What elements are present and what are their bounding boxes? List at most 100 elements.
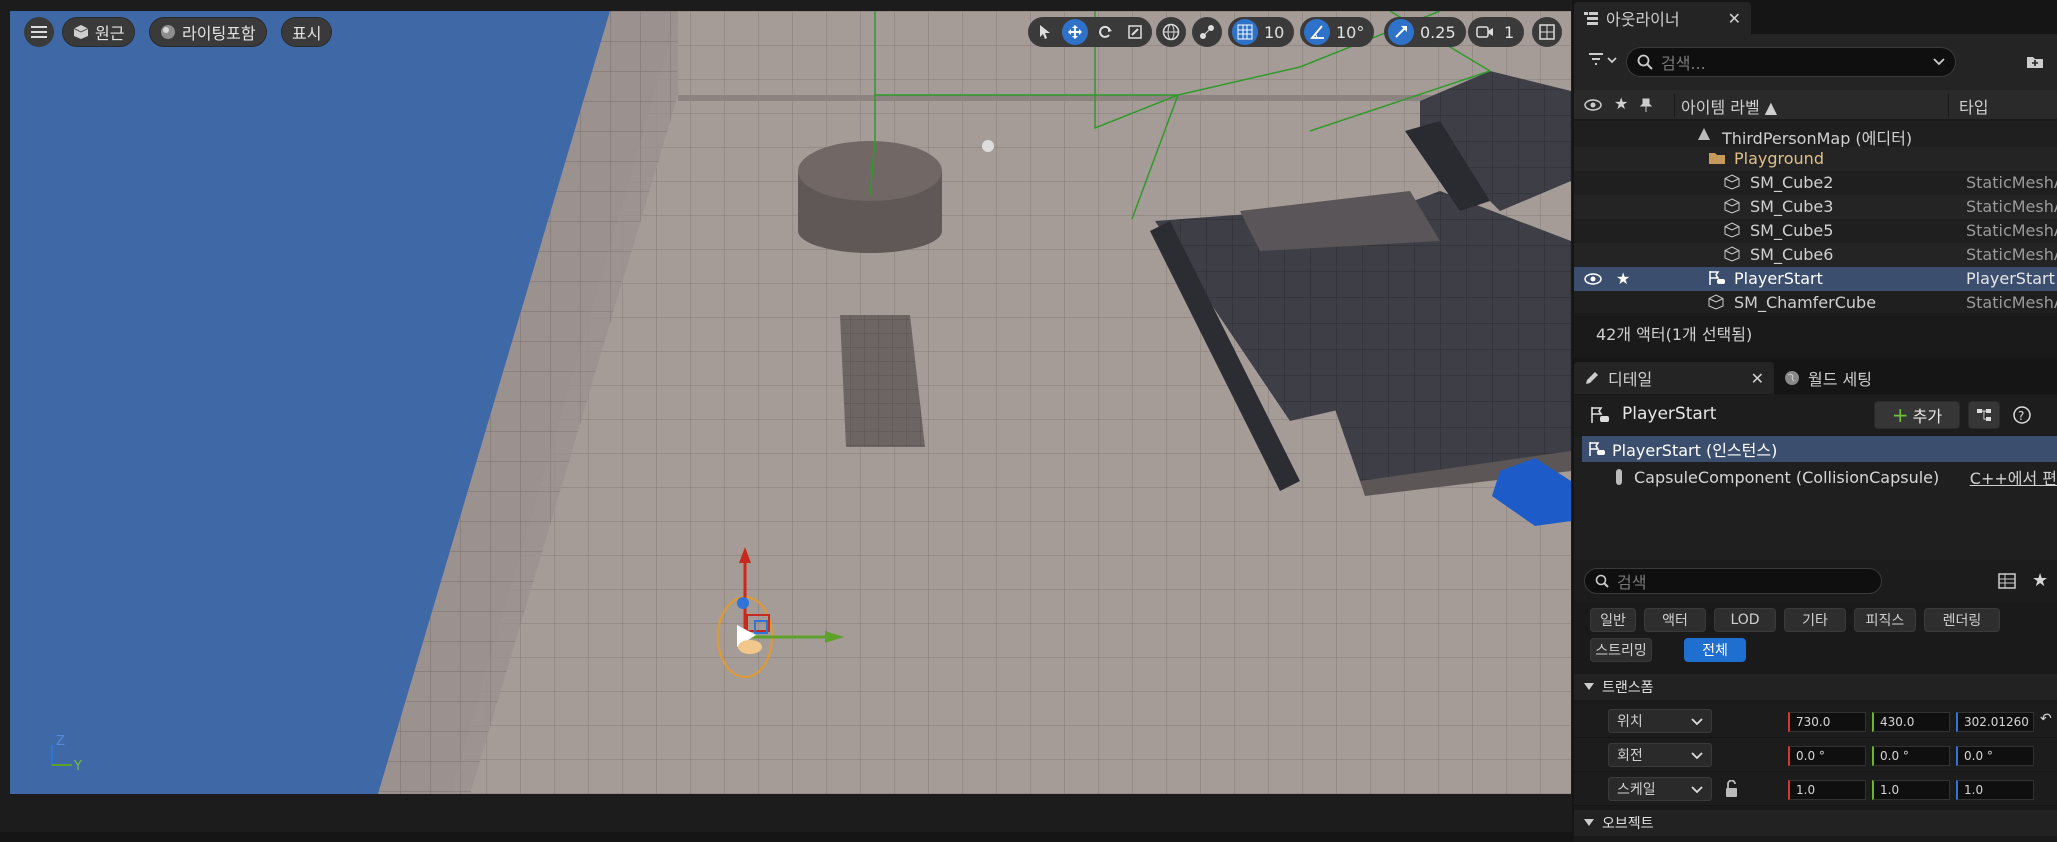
grid-snap-toggle[interactable] [1232,19,1258,45]
surface-snap-toggle[interactable] [1192,17,1222,47]
filter-physics[interactable]: 피직스 [1854,608,1916,632]
camera-speed-group[interactable]: 1 [1468,17,1525,47]
tab-outliner[interactable]: 아웃라이너 ✕ [1574,2,1752,34]
outliner-search[interactable]: 검색... [1626,47,1956,77]
viewport-layout-button[interactable] [1532,17,1562,47]
location-z-field[interactable]: 302.01260 [1956,712,2034,732]
scale-snap-group[interactable]: 0.25 [1384,17,1466,47]
filter-actor[interactable]: 액터 [1644,608,1706,632]
favorite-star-icon[interactable]: ★ [1614,94,1628,113]
layout-icon [1539,24,1555,40]
outliner-row-mesh[interactable]: SM_ChamferCube StaticMeshA [1574,291,2057,313]
close-icon[interactable]: ✕ [1751,369,1764,388]
transform-section-header[interactable]: 트랜스폼 [1574,674,2057,700]
scale-snap-toggle[interactable] [1388,19,1414,45]
world-local-toggle[interactable] [1156,17,1186,47]
blueprint-button[interactable] [1968,401,2000,429]
outliner-tree[interactable]: ThirdPersonMap (에디터) Playground SM_Cube2… [1574,121,2057,313]
help-button[interactable]: ? [2012,405,2032,430]
chevron-down-icon [1691,786,1703,794]
add-folder-button[interactable] [2026,54,2050,74]
component-tree[interactable]: PlayerStart (인스턴스) CapsuleComponent (Col… [1574,436,2057,560]
component-row-root[interactable]: PlayerStart (인스턴스) [1582,436,2057,462]
lighting-mode-button[interactable]: 라이팅포함 [149,17,267,47]
show-button[interactable]: 표시 [281,17,333,47]
row-type: StaticMeshA [1966,221,2057,240]
outliner-row-mesh[interactable]: SM_Cube5 StaticMeshA [1574,219,2057,243]
filter-streaming[interactable]: 스트리밍 [1590,638,1652,662]
scale-x-field[interactable]: 1.0 [1788,780,1866,800]
component-row-capsule[interactable]: CapsuleComponent (CollisionCapsule) C++에… [1582,464,2057,490]
favorite-star-icon[interactable]: ★ [1616,269,1630,288]
object-section-header[interactable]: 오브젝트 [1574,810,2057,836]
rotate-tool[interactable] [1092,19,1118,45]
outliner-row-mesh[interactable]: SM_Cube2 StaticMeshA [1574,171,2057,195]
visibility-icon[interactable] [1584,99,1602,111]
outliner-status: 42개 액터(1개 선택됨) [1574,313,2057,351]
filter-button[interactable] [1588,52,1618,72]
axis-indicator: Z Y [51,734,82,771]
scale-z-field[interactable]: 1.0 [1956,780,2034,800]
tab-outliner-label: 아웃라이너 [1606,10,1680,29]
outliner-row-playerstart[interactable]: ★ PlayerStart PlayerStart [1574,267,2057,291]
select-tool[interactable] [1032,19,1058,45]
outliner-row-map[interactable]: ThirdPersonMap (에디터) [1574,123,2057,148]
scale-row: 스케일 1.0 1.0 1.0 [1574,772,2057,806]
rotation-x-field[interactable]: 0.0 ° [1788,746,1866,766]
column-item-label[interactable]: 아이템 라벨 ▲ [1674,94,1777,118]
row-label: SM_Cube3 [1750,197,1834,216]
reset-icon[interactable]: ↶ [2040,711,2052,727]
edit-in-cpp-link[interactable]: C++에서 편 [1970,465,2057,489]
lit-sphere-icon [161,25,175,39]
filter-all[interactable]: 전체 [1684,638,1746,662]
outliner-row-folder[interactable]: Playground [1574,147,2057,171]
tab-details-label: 디테일 [1608,370,1653,389]
visibility-icon[interactable] [1584,273,1602,285]
rotation-snap-group[interactable]: 10° [1300,17,1375,47]
level-viewport-frame: 원근 라이팅포함 표시 10 10° 0.25 1 Z Y [0,0,1572,842]
surface-snap-icon [1200,25,1214,39]
grid-snap-group[interactable]: 10 [1228,17,1295,47]
scale-dropdown[interactable]: 스케일 [1608,777,1712,801]
rotation-snap-toggle[interactable] [1304,19,1330,45]
filter-misc[interactable]: 기타 [1784,608,1846,632]
location-y-field[interactable]: 430.0 [1872,712,1950,732]
outliner-row-mesh[interactable]: SM_Cube3 StaticMeshA [1574,195,2057,219]
translate-tool[interactable] [1062,19,1088,45]
add-component-button[interactable]: + 추가 [1874,401,1960,429]
column-type[interactable]: 타입 [1948,94,1988,118]
camera-speed-button[interactable] [1472,19,1498,45]
scale-y-field[interactable]: 1.0 [1872,780,1950,800]
filter-lod[interactable]: LOD [1714,608,1776,632]
row-label: SM_Cube5 [1750,221,1834,240]
rotation-dropdown[interactable]: 회전 [1608,743,1712,767]
property-matrix-button[interactable] [1998,573,2016,593]
globe-icon [1785,371,1799,385]
close-icon[interactable]: ✕ [1728,9,1741,28]
details-search[interactable]: 검색 [1584,568,1882,594]
location-dropdown[interactable]: 위치 [1608,709,1712,733]
cursor-icon [1040,25,1050,39]
tab-world-settings[interactable]: 월드 세팅 [1774,362,1882,394]
filter-general[interactable]: 일반 [1590,608,1636,632]
viewport-menu-button[interactable] [24,17,54,47]
row-type: StaticMeshA [1966,173,2057,192]
filter-rendering[interactable]: 렌더링 [1924,608,2000,632]
row-label: SM_Cube6 [1750,245,1834,264]
scale-tool[interactable] [1122,19,1148,45]
rotation-z-field[interactable]: 0.0 ° [1956,746,2034,766]
tab-details[interactable]: 디테일 ✕ [1574,362,1774,394]
pin-icon[interactable] [1640,98,1652,112]
grid-snap-value: 10 [1264,22,1285,42]
camera-icon [1476,26,1493,38]
favorite-star-icon[interactable]: ★ [2032,570,2048,591]
level-viewport[interactable]: 원근 라이팅포함 표시 10 10° 0.25 1 Z Y [10,11,1571,794]
location-x-field[interactable]: 730.0 [1788,712,1866,732]
outliner-row-mesh[interactable]: SM_Cube6 StaticMeshA [1574,243,2057,267]
cube-icon [73,25,89,39]
lighting-label: 라이팅포함 [182,24,256,43]
lock-open-icon[interactable] [1724,780,1740,798]
rotation-y-field[interactable]: 0.0 ° [1872,746,1950,766]
perspective-button[interactable]: 원근 [62,17,136,47]
outliner-toolbar: 검색... [1574,34,2057,90]
